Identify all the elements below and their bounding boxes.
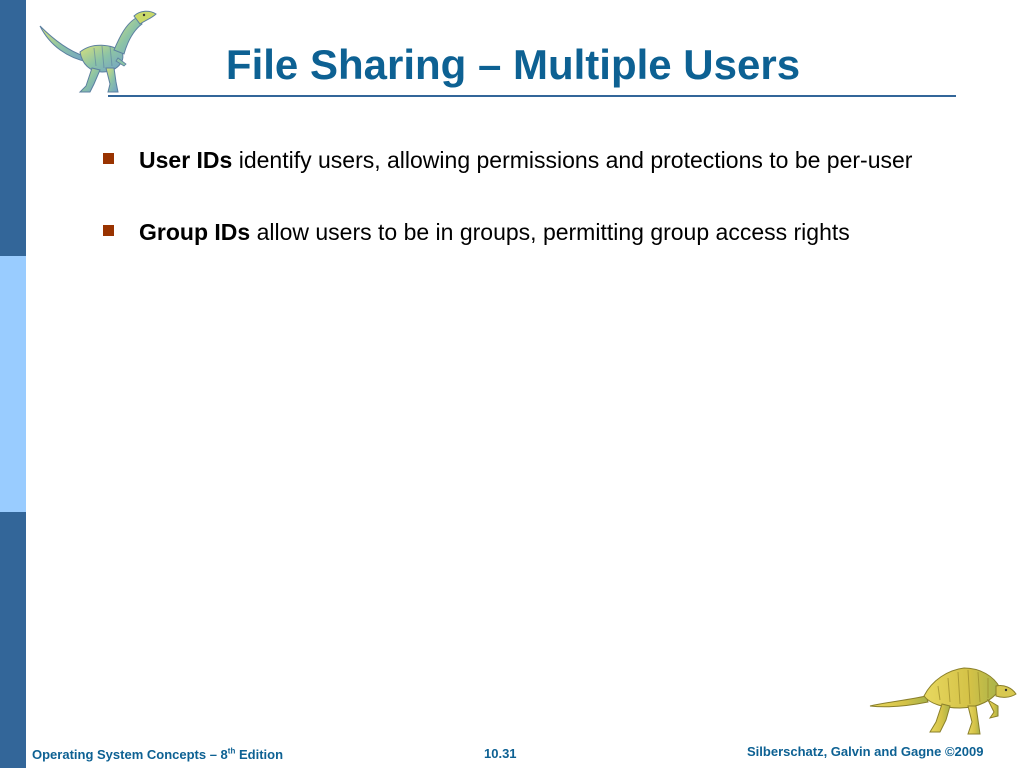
footer-book-title-suffix: Edition: [238, 747, 284, 762]
sidebar-segment-top: [0, 0, 26, 256]
bullet-text: allow users to be in groups, permitting …: [256, 219, 850, 245]
list-item: User IDs identify users, allowing permis…: [100, 144, 920, 176]
square-bullet-icon: [103, 225, 114, 236]
list-item: Group IDs allow users to be in groups, p…: [100, 216, 920, 248]
footer-book-title-prefix: Operating System Concepts – 8: [32, 747, 228, 762]
sidebar-segment-bottom: [0, 512, 26, 768]
bullet-list: User IDs identify users, allowing permis…: [100, 144, 920, 288]
title-divider: [108, 95, 956, 97]
dinosaur-icon: [39, 10, 157, 93]
left-sidebar: [0, 0, 26, 768]
slide-title: File Sharing – Multiple Users: [225, 41, 801, 88]
sidebar-segment-middle: [0, 256, 26, 512]
footer-slide-number: 10.31: [484, 746, 517, 761]
square-bullet-icon: [103, 153, 114, 164]
footer-copyright: Silberschatz, Galvin and Gagne ©2009: [747, 744, 984, 759]
bullet-term: Group IDs: [139, 219, 251, 245]
footer-edition-superscript: th: [227, 746, 236, 756]
bullet-term: User IDs: [139, 147, 233, 173]
footer-book-title: Operating System Concepts – 8th Edition: [32, 747, 283, 762]
dinosaur-icon: [869, 667, 1017, 735]
bullet-text: identify users, allowing permissions and…: [238, 147, 913, 173]
